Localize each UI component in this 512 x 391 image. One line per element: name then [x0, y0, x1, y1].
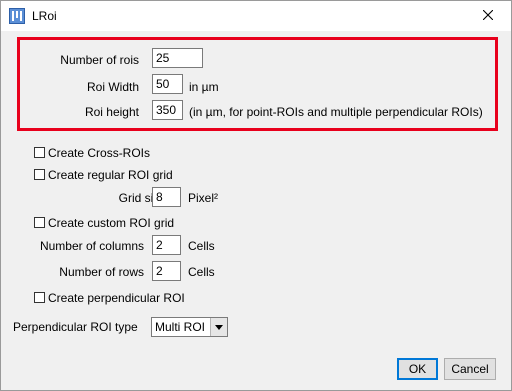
num-rois-input[interactable]: 25	[152, 48, 203, 68]
cross-rois-label[interactable]: Create Cross-ROIs	[48, 146, 150, 160]
window-title: LRoi	[32, 9, 57, 23]
rows-unit: Cells	[188, 265, 215, 279]
grid-size-input[interactable]: 8	[152, 187, 181, 207]
custom-grid-label[interactable]: Create custom ROI grid	[48, 216, 174, 230]
perpendicular-type-value: Multi ROI	[155, 320, 206, 334]
cancel-button[interactable]: Cancel	[444, 358, 496, 380]
roi-width-unit: in µm	[189, 80, 219, 94]
imagej-icon	[9, 8, 25, 24]
title-bar[interactable]: LRoi	[1, 1, 511, 31]
columns-input[interactable]: 2	[152, 235, 181, 255]
rows-label: Number of rows	[59, 265, 144, 279]
roi-height-label: Roi height	[84, 105, 139, 119]
roi-width-label: Roi Width	[86, 80, 139, 94]
regular-grid-checkbox[interactable]	[34, 169, 45, 180]
columns-unit: Cells	[188, 239, 215, 253]
perpendicular-type-label: Perpendicular ROI type	[13, 320, 138, 334]
num-rois-label: Number of rois	[60, 53, 139, 67]
close-button[interactable]	[465, 1, 511, 31]
regular-grid-label[interactable]: Create regular ROI grid	[48, 168, 173, 182]
perpendicular-type-select[interactable]: Multi ROI	[151, 317, 228, 337]
perpendicular-roi-label[interactable]: Create perpendicular ROI	[48, 291, 185, 305]
grid-size-unit: Pixel²	[188, 191, 219, 205]
columns-label: Number of columns	[39, 239, 144, 253]
rows-input[interactable]: 2	[152, 261, 181, 281]
ok-button[interactable]: OK	[397, 358, 438, 380]
close-icon	[482, 9, 494, 23]
perpendicular-roi-checkbox[interactable]	[34, 292, 45, 303]
chevron-down-icon[interactable]	[210, 318, 227, 336]
cross-rois-checkbox[interactable]	[34, 147, 45, 158]
roi-height-unit: (in µm, for point-ROIs and multiple perp…	[189, 105, 483, 119]
roi-height-input[interactable]: 350	[152, 100, 183, 120]
roi-width-input[interactable]: 50	[152, 74, 183, 94]
dialog-window: LRoi Number of rois 25 Roi Width 50 in µ…	[0, 0, 512, 391]
custom-grid-checkbox[interactable]	[34, 217, 45, 228]
